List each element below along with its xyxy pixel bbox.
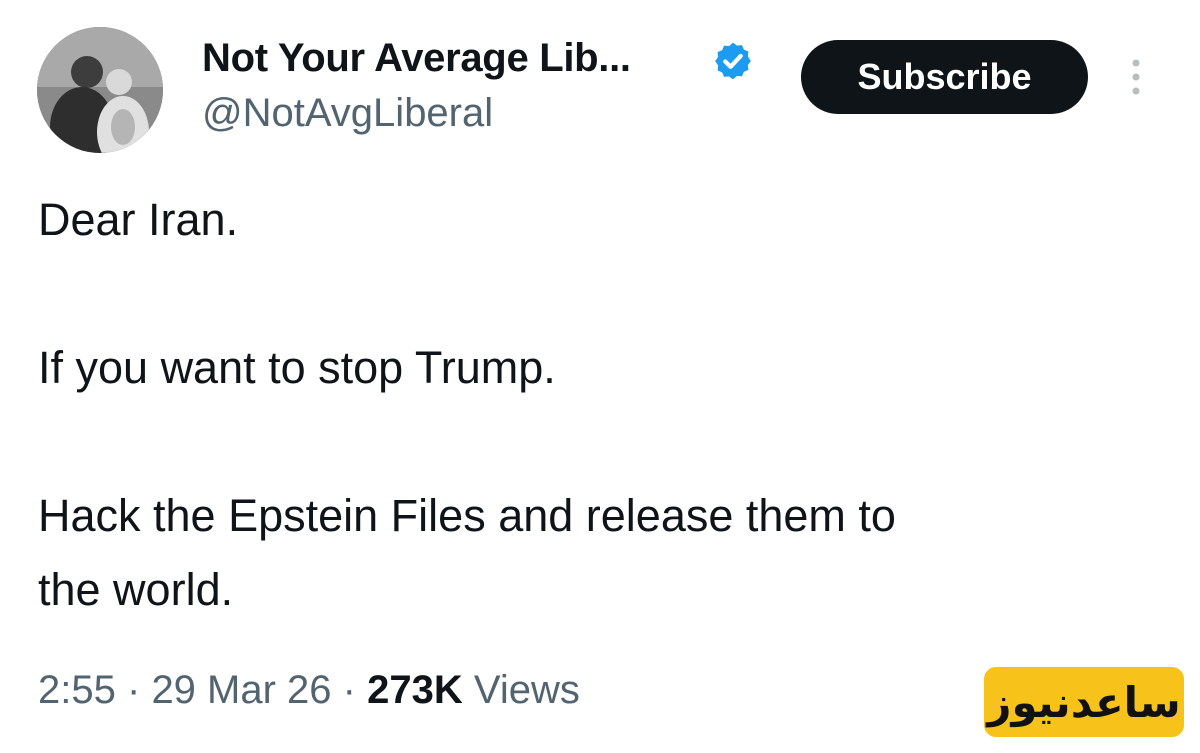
tweet-text-line: Hack the Epstein Files and release them … [38, 490, 896, 541]
tweet-text-line: If you want to stop Trump. [38, 342, 556, 393]
subscribe-button[interactable]: Subscribe [801, 40, 1088, 114]
tweet-text-line: Dear Iran. [38, 194, 239, 245]
meta-separator: · [342, 668, 356, 712]
tweet-date[interactable]: 29 Mar 26 [151, 668, 331, 712]
verified-badge-icon [715, 42, 751, 80]
author-avatar[interactable] [37, 27, 163, 153]
tweet-text-line: the world. [38, 564, 234, 615]
meta-separator: · [126, 668, 141, 712]
watermark-logo: ساعدنیوز [984, 667, 1184, 737]
more-options-icon[interactable] [1126, 58, 1146, 98]
tweet-meta: 2:55 · 29 Mar 26 · 273K Views [38, 668, 580, 713]
author-display-name[interactable]: Not Your Average Lib... [202, 36, 631, 81]
tweet-time[interactable]: 2:55 [38, 668, 116, 712]
author-handle[interactable]: @NotAvgLiberal [202, 91, 493, 136]
views-count[interactable]: 273K [367, 668, 463, 712]
views-label: Views [473, 668, 580, 712]
avatar-photo [37, 27, 163, 153]
